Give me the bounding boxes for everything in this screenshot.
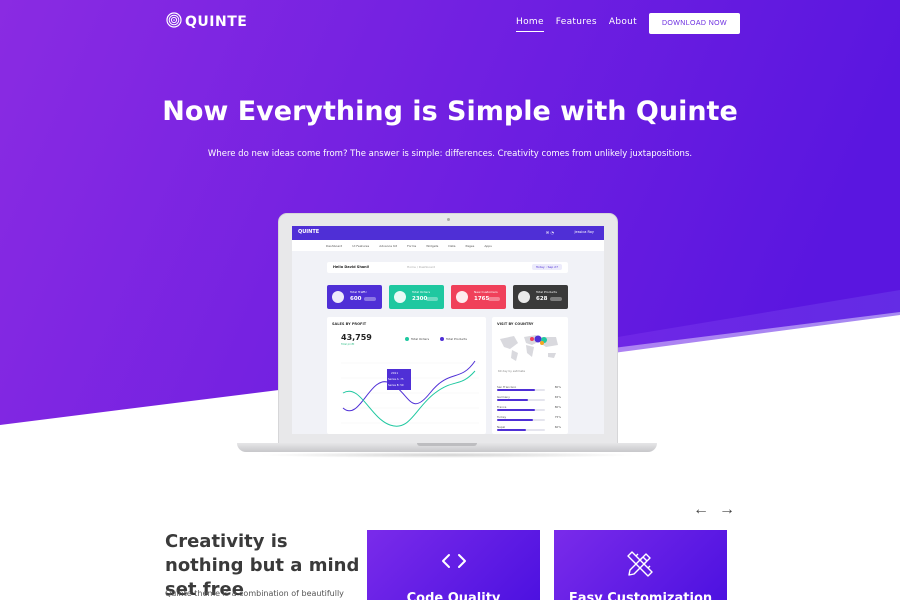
dashboard-greeting: Hello David Shani! — [333, 265, 370, 269]
feature-title: Easy Customization — [568, 591, 713, 600]
sales-line-chart — [341, 360, 479, 427]
hero-subtitle: Where do new ideas come from? The answer… — [207, 149, 693, 159]
pencil-ruler-icon — [554, 548, 727, 582]
download-now-button[interactable]: DOWNLOAD NOW — [649, 13, 740, 34]
chart-tooltip-line2: Series B: 50 — [388, 384, 404, 387]
chart-tooltip-title: 2011 — [391, 371, 399, 375]
nav-item-about[interactable]: About — [609, 17, 637, 32]
carousel-prev-button[interactable]: ← — [692, 502, 710, 518]
laptop-lid: QUINTE ✉ ◔ Jessica Roy Dashboard UI Feat… — [278, 213, 618, 445]
stat-tile-products: Total Products 628 — [513, 285, 568, 309]
stat-pill — [364, 297, 376, 301]
dashboard-logo: QUINTE — [298, 229, 320, 235]
stat-tiles: Total Traffic 600 Total Orders 2300 New … — [327, 285, 568, 309]
box-icon — [518, 291, 530, 303]
legend-products: Total Products — [440, 337, 467, 341]
stat-value: 628 — [536, 296, 548, 302]
chart-icon — [332, 291, 344, 303]
world-map — [500, 335, 558, 361]
nav-item-home[interactable]: Home — [516, 17, 544, 32]
laptop-shadow — [257, 452, 637, 458]
webcam — [447, 218, 450, 221]
country-note: 60 day by estimate — [498, 369, 526, 373]
stat-pill — [488, 297, 500, 301]
top-navbar: QUINTE Home Features About DOWNLOAD NOW — [0, 0, 900, 46]
stat-label: Total Products — [536, 290, 557, 294]
dashboard-menu-item: Forms — [407, 243, 417, 248]
dashboard-menu-item: Apps — [484, 243, 492, 248]
sales-by-profit-card: SALES BY PROFIT 43,759 Total profit Tota… — [327, 317, 486, 434]
notification-icons: ✉ ◔ — [545, 230, 554, 235]
dashboard-menu-item: Widgets — [426, 243, 439, 248]
dashboard-topbar: QUINTE ✉ ◔ Jessica Roy — [292, 226, 604, 240]
chart-tooltip-line1: Series A: 75 — [388, 378, 404, 381]
section-text: Quinte theme is a combination of beautif… — [165, 589, 344, 598]
feature-card-easy-customization[interactable]: Easy Customization — [554, 530, 727, 600]
stat-label: Total Traffic — [350, 290, 367, 294]
country-row: Germany 65% — [497, 395, 561, 401]
dashboard-menu-item: UI Features — [352, 243, 370, 248]
stat-pill — [550, 297, 562, 301]
cart-icon — [394, 291, 406, 303]
stat-tile-orders: Total Orders 2300 — [389, 285, 444, 309]
stat-tile-customers: New Customers 1765 — [451, 285, 506, 309]
carousel-next-button[interactable]: → — [718, 502, 736, 518]
country-row: France 80% — [497, 405, 561, 411]
hero-title: Now Everything is Simple with Quinte — [162, 96, 738, 127]
dashboard-menu-item: Data — [448, 243, 456, 248]
nav-menu: Home Features About — [516, 17, 637, 32]
dashboard-breadcrumb-bar: Hello David Shani! Home / Dashboard Toda… — [327, 262, 568, 273]
country-row: San Francisco 80% — [497, 385, 561, 391]
dashboard-user: Jessica Roy — [574, 230, 594, 234]
dashboard-menu-item: Pages — [465, 243, 475, 248]
dashboard-breadcrumb: Home / Dashboard — [407, 265, 436, 269]
dashboard-screenshot: QUINTE ✉ ◔ Jessica Roy Dashboard UI Feat… — [292, 226, 604, 434]
date-chip: Today : Sep 27 — [531, 264, 562, 270]
country-row: Turkey 75% — [497, 415, 561, 421]
nav-item-features[interactable]: Features — [556, 17, 597, 32]
stat-pill — [426, 297, 438, 301]
feature-title: Code Quality — [406, 591, 501, 600]
code-icon — [367, 552, 540, 574]
landing-page: QUINTE Home Features About DOWNLOAD NOW … — [0, 0, 900, 600]
visit-by-country-card: VISIT BY COUNTRY 60 day by estimate San … — [492, 317, 568, 434]
stat-label: New Customers — [474, 290, 498, 294]
fingerprint-logo-icon — [166, 12, 182, 32]
dashboard-menu-item: Dashboard — [326, 243, 343, 248]
stat-value: 600 — [350, 296, 362, 302]
feature-card-code-quality[interactable]: Code Quality — [367, 530, 540, 600]
user-icon — [456, 291, 468, 303]
sales-total: 43,759 — [341, 333, 372, 342]
stat-tile-traffic: Total Traffic 600 — [327, 285, 382, 309]
dashboard-menu: Dashboard UI Features Advance Kit Forms … — [292, 240, 604, 251]
brand-name: QUINTE — [185, 14, 248, 30]
laptop-notch — [417, 443, 477, 446]
legend-orders: Total Orders — [405, 337, 429, 341]
dashboard-menu-item: Advance Kit — [379, 243, 398, 248]
card-title: SALES BY PROFIT — [332, 322, 367, 326]
card-title: VISIT BY COUNTRY — [497, 322, 534, 326]
sales-subtitle: Total profit — [341, 343, 355, 346]
carousel-controls: ← → — [692, 502, 736, 518]
stat-label: Total Orders — [412, 290, 431, 294]
country-row: Nepal 60% — [497, 425, 561, 431]
brand-logo[interactable]: QUINTE — [166, 12, 247, 32]
laptop-mockup: QUINTE ✉ ◔ Jessica Roy Dashboard UI Feat… — [237, 213, 657, 458]
